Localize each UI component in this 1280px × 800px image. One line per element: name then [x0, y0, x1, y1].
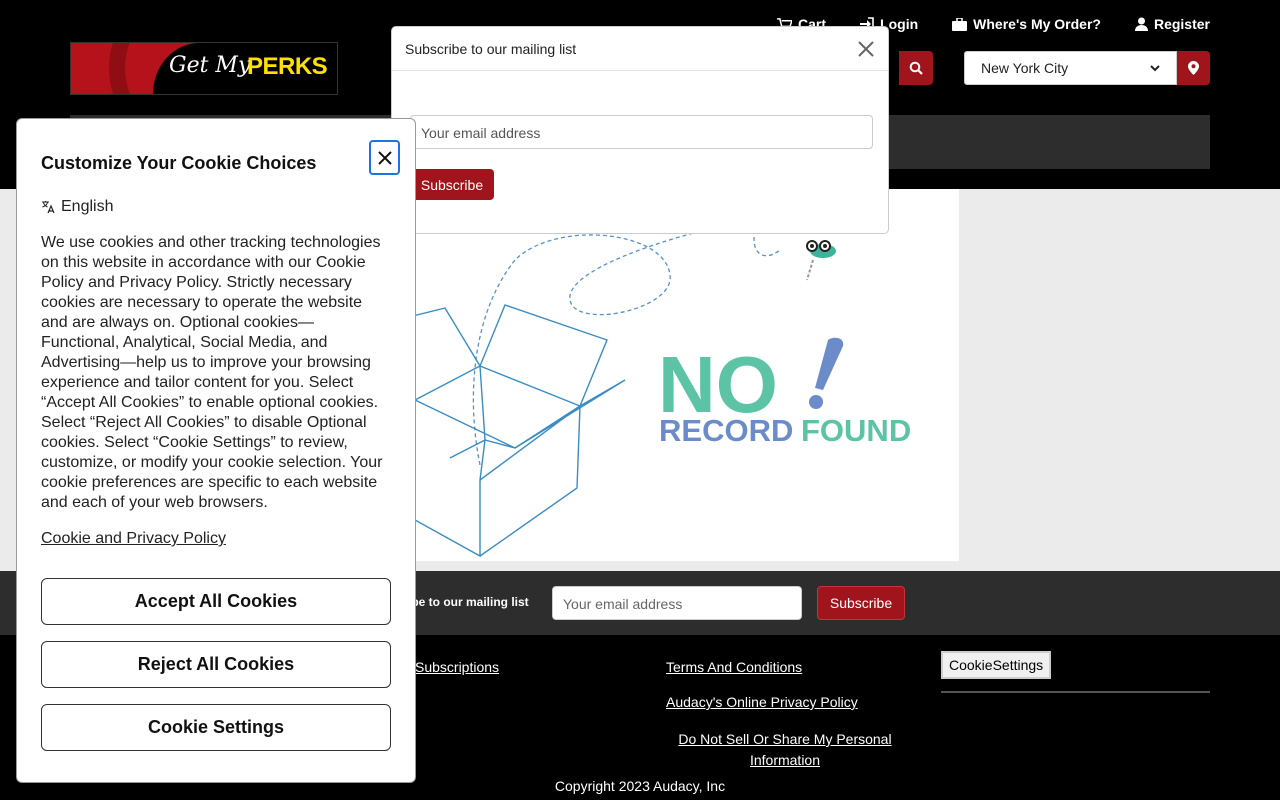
reject-all-cookies-button[interactable]: Reject All Cookies — [41, 641, 391, 688]
register-link[interactable]: Register — [1134, 16, 1210, 32]
subscribe-bar-button[interactable]: Subscribe — [817, 586, 905, 620]
cookie-consent-panel: Customize Your Cookie Choices English We… — [16, 118, 416, 783]
bug-icon — [806, 240, 836, 281]
cookie-settings-button[interactable]: Cookie Settings — [41, 704, 391, 751]
logo-bold-text: PERKS — [247, 53, 328, 80]
footer-subscriptions-link[interactable]: Subscriptions — [415, 659, 499, 675]
nrf-found-text: FOUND — [801, 413, 911, 448]
cookie-close-button[interactable] — [369, 140, 400, 175]
footer-cookie-settings-button[interactable]: CookieSettings — [941, 651, 1052, 679]
cookie-description: We use cookies and other tracking techno… — [41, 234, 383, 511]
mailing-list-modal: Subscribe to our mailing list Your email… — [391, 26, 889, 234]
subscribe-bar-email-input[interactable]: Your email address — [552, 586, 802, 620]
orders-label: Where's My Order? — [973, 16, 1101, 32]
register-label: Register — [1153, 16, 1210, 32]
orders-link[interactable]: Where's My Order? — [952, 16, 1101, 32]
user-icon — [1134, 17, 1148, 31]
cookie-panel-title: Customize Your Cookie Choices — [41, 153, 317, 173]
translate-icon — [42, 201, 55, 214]
logo-script-text: Get My — [169, 53, 251, 78]
footer-terms-link[interactable]: Terms And Conditions — [666, 659, 802, 675]
mailing-modal-title: Subscribe to our mailing list — [405, 41, 577, 57]
footer-privacy-link[interactable]: Audacy's Online Privacy Policy — [666, 694, 858, 710]
search-button[interactable] — [899, 51, 933, 85]
chevron-down-icon — [1150, 64, 1160, 71]
cookie-policy-link[interactable]: Cookie and Privacy Policy — [41, 530, 226, 548]
language-selector[interactable]: English — [41, 198, 113, 216]
mailing-modal-header: Subscribe to our mailing list — [392, 27, 888, 71]
language-label: English — [61, 198, 114, 215]
city-select[interactable]: New York City — [964, 51, 1177, 85]
accept-all-cookies-button[interactable]: Accept All Cookies — [41, 578, 391, 625]
map-pin-icon — [1188, 61, 1199, 75]
nrf-record-text: RECORD — [659, 413, 793, 448]
close-icon[interactable] — [856, 39, 876, 59]
location-button[interactable] — [1177, 51, 1210, 85]
subscribe-bar-label: ibe to our mailing list — [408, 595, 529, 609]
city-select-value: New York City — [981, 60, 1069, 76]
no-record-found-illustration: NO RECORD FOUND — [405, 229, 911, 558]
exclamation-icon — [815, 337, 844, 390]
site-logo[interactable]: Get My PERKS — [70, 42, 338, 95]
close-icon — [377, 150, 392, 165]
search-icon — [909, 61, 923, 75]
footer-do-not-sell-link[interactable]: Do Not Sell Or Share My Personal Informa… — [670, 729, 900, 771]
mailing-modal-subscribe-button[interactable]: Subscribe — [410, 169, 494, 200]
briefcase-icon — [952, 17, 968, 31]
footer-divider — [941, 691, 1210, 693]
mailing-modal-email-input[interactable]: Your email address — [410, 115, 873, 149]
